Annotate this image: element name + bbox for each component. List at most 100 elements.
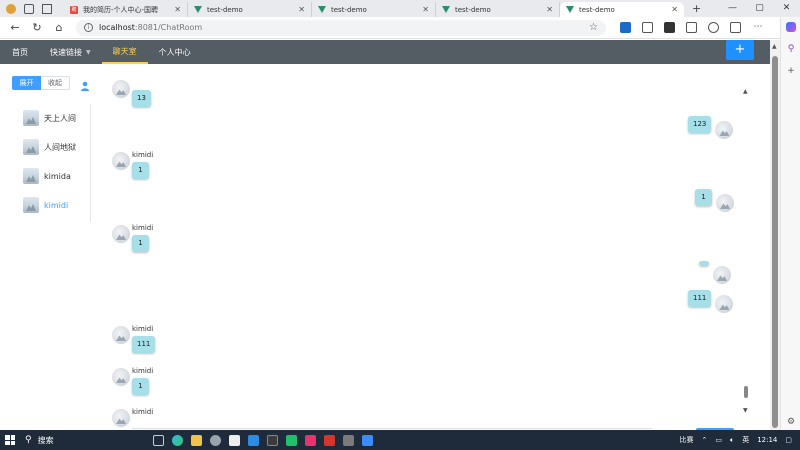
message-bubble: 111 bbox=[688, 290, 712, 307]
notification-icon[interactable]: ▢ bbox=[785, 436, 792, 444]
chat-scrollbar[interactable]: ▲ ▼ bbox=[742, 88, 752, 414]
avatar bbox=[715, 295, 734, 313]
tab-title: test-demo bbox=[207, 5, 243, 14]
message-left: kimidi 111 bbox=[112, 325, 156, 353]
close-icon[interactable]: ✕ bbox=[422, 5, 429, 14]
message-left: 13 bbox=[112, 80, 151, 107]
vue-icon bbox=[442, 6, 450, 13]
edge-icon[interactable] bbox=[172, 434, 183, 446]
vscode-icon[interactable] bbox=[248, 434, 259, 446]
volume-icon[interactable]: 🔈︎ bbox=[730, 436, 734, 445]
wps-icon[interactable] bbox=[324, 434, 335, 446]
browser-tab-5[interactable]: test-demo ✕ bbox=[560, 2, 684, 17]
clock[interactable]: 12:14 bbox=[757, 436, 777, 444]
scroll-up-icon[interactable]: ▲ bbox=[772, 43, 777, 50]
extension-shield-icon[interactable] bbox=[620, 22, 631, 33]
add-sidebar-icon[interactable]: + bbox=[786, 66, 796, 76]
tray-sports-label[interactable]: 比赛 bbox=[679, 435, 693, 445]
terminal-icon[interactable] bbox=[267, 434, 278, 446]
user-item-kimidi[interactable]: kimidi bbox=[23, 197, 68, 213]
user-item-tianshang[interactable]: 天上人间 bbox=[23, 110, 76, 126]
pycharm-icon[interactable] bbox=[286, 434, 297, 446]
extension-refresh-icon[interactable] bbox=[708, 22, 719, 33]
security-icon[interactable] bbox=[210, 434, 221, 446]
typora-icon[interactable] bbox=[229, 434, 240, 446]
avatar bbox=[23, 197, 39, 213]
guopin-icon: 聘 bbox=[70, 5, 78, 14]
close-icon[interactable]: ✕ bbox=[671, 5, 678, 14]
add-button[interactable]: + bbox=[726, 40, 754, 60]
message-bubble: 1 bbox=[132, 235, 149, 252]
menu-item-chatroom[interactable]: 聊天室 bbox=[101, 40, 148, 64]
menu-item-quick-links[interactable]: 快速链接 ▼ bbox=[39, 40, 102, 64]
chevron-up-icon[interactable]: ⌃ bbox=[701, 436, 707, 444]
jetbrains-icon[interactable] bbox=[305, 434, 316, 446]
scroll-up-icon[interactable]: ▲ bbox=[743, 88, 748, 95]
scroll-thumb[interactable] bbox=[744, 386, 748, 398]
chevron-down-icon: ▼ bbox=[86, 48, 91, 56]
browser-tab-3[interactable]: test-demo ✕ bbox=[312, 2, 436, 17]
app-nav-menu: 首页 快速链接 ▼ 聊天室 个人中心 + bbox=[0, 40, 770, 64]
windows-start-icon[interactable] bbox=[5, 435, 15, 445]
menu-item-home[interactable]: 首页 bbox=[0, 40, 39, 64]
scroll-thumb[interactable] bbox=[772, 56, 778, 428]
close-icon[interactable]: ✕ bbox=[174, 5, 181, 14]
back-icon[interactable]: ← bbox=[4, 21, 26, 34]
copilot-icon[interactable] bbox=[786, 22, 796, 32]
tab-title: test-demo bbox=[455, 5, 491, 14]
user-item-renjian[interactable]: 人间地狱 bbox=[23, 139, 76, 155]
sender-name: kimidi bbox=[132, 224, 154, 232]
avatar bbox=[23, 168, 39, 184]
user-icon[interactable] bbox=[80, 81, 90, 91]
message-bubble: 111 bbox=[132, 336, 156, 353]
vue-icon bbox=[194, 6, 202, 13]
edge-sidebar: ⚲ + ⚙ bbox=[780, 17, 800, 430]
menu-label: 聊天室 bbox=[112, 46, 137, 56]
site-info-icon[interactable]: i bbox=[84, 23, 93, 32]
message-bubble: 1 bbox=[132, 378, 149, 395]
split-screen-icon[interactable] bbox=[642, 22, 653, 33]
page-scrollbar[interactable]: ▲ bbox=[770, 40, 780, 430]
close-window-icon[interactable]: ✕ bbox=[773, 0, 800, 17]
reload-icon[interactable]: ↻ bbox=[26, 21, 48, 34]
extension-checkbox-icon[interactable] bbox=[686, 22, 697, 33]
maximize-icon[interactable]: ▢ bbox=[746, 0, 773, 17]
collapse-button[interactable]: 收起 bbox=[41, 76, 70, 90]
scroll-down-icon[interactable]: ▼ bbox=[743, 407, 748, 414]
taskbar-search[interactable]: ⚲ 搜索 bbox=[25, 433, 145, 447]
favorite-star-icon[interactable]: ☆ bbox=[589, 22, 598, 33]
browser-tab-4[interactable]: test-demo ✕ bbox=[436, 2, 560, 17]
search-icon[interactable]: ⚲ bbox=[786, 44, 796, 54]
collections-toolbar-icon[interactable] bbox=[730, 22, 741, 33]
windows-taskbar: ⚲ 搜索 比赛 ⌃ ▭ 🔈︎ 英 12:14 ▢ bbox=[0, 430, 800, 450]
network-icon[interactable]: ▭ bbox=[715, 436, 722, 444]
close-icon[interactable]: ✕ bbox=[298, 5, 305, 14]
screen: 聘 我的简历-个人中心-国聘 ✕ test-demo ✕ test-demo ✕… bbox=[0, 0, 800, 450]
tab-actions-icon[interactable] bbox=[42, 3, 52, 14]
collections-icon[interactable] bbox=[24, 3, 34, 14]
extension-chart-icon[interactable] bbox=[664, 22, 675, 33]
active-app-icon[interactable] bbox=[362, 434, 373, 446]
url-path: :8081/ChatRoom bbox=[134, 23, 203, 32]
file-explorer-icon[interactable] bbox=[191, 434, 202, 446]
ime-indicator[interactable]: 英 bbox=[742, 435, 749, 445]
menu-item-profile[interactable]: 个人中心 bbox=[148, 40, 202, 64]
home-icon[interactable]: ⌂ bbox=[48, 21, 70, 34]
more-menu-icon[interactable]: ⋯ bbox=[752, 22, 764, 33]
tab-title: 我的简历-个人中心-国聘 bbox=[83, 5, 159, 14]
address-bar[interactable]: i localhost:8081/ChatRoom ☆ bbox=[76, 19, 606, 36]
user-item-kimida[interactable]: kimida bbox=[23, 168, 71, 184]
task-view-icon[interactable] bbox=[153, 434, 164, 446]
profile-icon[interactable] bbox=[6, 3, 16, 14]
browser-tab-1[interactable]: 聘 我的简历-个人中心-国聘 ✕ bbox=[64, 2, 188, 17]
new-tab-button[interactable]: + bbox=[692, 2, 701, 15]
avatar bbox=[112, 80, 130, 98]
browser-tab-2[interactable]: test-demo ✕ bbox=[188, 2, 312, 17]
expand-button[interactable]: 展开 bbox=[12, 76, 41, 90]
gear-icon[interactable]: ⚙ bbox=[786, 417, 796, 427]
search-icon: ⚲ bbox=[25, 435, 32, 445]
app-icon[interactable] bbox=[343, 434, 354, 446]
close-icon[interactable]: ✕ bbox=[546, 5, 553, 14]
minimize-icon[interactable]: — bbox=[719, 0, 746, 17]
user-panel: 展开 收起 天上人间 人间地狱 kimida kimidi bbox=[0, 64, 104, 430]
